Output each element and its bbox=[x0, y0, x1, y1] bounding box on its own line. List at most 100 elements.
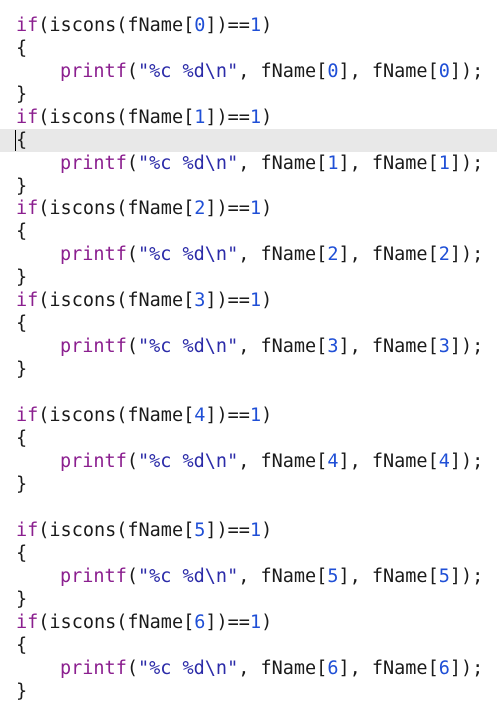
close-brace: } bbox=[16, 681, 28, 702]
paren-close: ) bbox=[261, 15, 273, 36]
code-line-close-brace[interactable]: } bbox=[0, 680, 497, 703]
paren-open: ( bbox=[126, 566, 138, 587]
paren-close: ) bbox=[261, 520, 273, 541]
code-line-open-brace[interactable]: { bbox=[0, 220, 497, 243]
call-printf: printf bbox=[60, 61, 127, 82]
close-brace: } bbox=[16, 267, 28, 288]
identifier-fname: fName bbox=[127, 198, 184, 219]
code-line-if[interactable]: if(iscons(fName[2])==1) bbox=[0, 197, 497, 220]
close-brace: } bbox=[16, 84, 28, 105]
format-string: "%c %d\n" bbox=[137, 61, 239, 82]
open-brace: { bbox=[16, 38, 28, 59]
index-number: 1 bbox=[438, 153, 450, 174]
keyword-if: if bbox=[16, 198, 39, 219]
statement-end: ]); bbox=[449, 244, 484, 265]
code-line-printf[interactable]: printf("%c %d\n", fName[4], fName[4]); bbox=[0, 450, 497, 473]
identifier-fname: fName bbox=[127, 290, 184, 311]
arg-fname-2: ], fName[ bbox=[338, 658, 439, 679]
statement-end: ]); bbox=[449, 566, 484, 587]
close-brace: } bbox=[16, 589, 28, 610]
bracket-open: [ bbox=[183, 290, 195, 311]
index-number: 6 bbox=[327, 658, 339, 679]
identifier-fname: fName bbox=[127, 520, 184, 541]
code-line-open-brace[interactable]: { bbox=[0, 129, 497, 152]
code-line-close-brace[interactable]: } bbox=[0, 266, 497, 289]
paren-close: ) bbox=[261, 405, 273, 426]
code-line-if[interactable]: if(iscons(fName[4])==1) bbox=[0, 404, 497, 427]
open-brace: { bbox=[16, 428, 28, 449]
index-number: 2 bbox=[194, 198, 206, 219]
bracket-close: ] bbox=[205, 107, 217, 128]
format-string: "%c %d\n" bbox=[137, 658, 239, 679]
code-line-open-brace[interactable]: { bbox=[0, 37, 497, 60]
paren-close: ) bbox=[261, 290, 273, 311]
call-printf: printf bbox=[60, 566, 127, 587]
keyword-if: if bbox=[16, 520, 39, 541]
code-line-printf[interactable]: printf("%c %d\n", fName[2], fName[2]); bbox=[0, 243, 497, 266]
arg-fname-1: , fName[ bbox=[238, 61, 328, 82]
code-line-if[interactable]: if(iscons(fName[6])==1) bbox=[0, 611, 497, 634]
index-number: 1 bbox=[327, 153, 339, 174]
bracket-close: ] bbox=[205, 612, 217, 633]
code-line-open-brace[interactable]: { bbox=[0, 542, 497, 565]
arg-fname-1: , fName[ bbox=[238, 153, 328, 174]
paren-open: ( bbox=[126, 658, 138, 679]
code-line-close-brace[interactable]: } bbox=[0, 588, 497, 611]
arg-fname-1: , fName[ bbox=[238, 566, 328, 587]
number-one: 1 bbox=[249, 107, 262, 128]
code-line-if[interactable]: if(iscons(fName[3])==1) bbox=[0, 289, 497, 312]
arg-fname-1: , fName[ bbox=[238, 244, 328, 265]
identifier-fname: fName bbox=[127, 405, 184, 426]
code-line-close-brace[interactable]: } bbox=[0, 175, 497, 198]
call-printf: printf bbox=[60, 658, 127, 679]
code-line-printf[interactable]: printf("%c %d\n", fName[5], fName[5]); bbox=[0, 565, 497, 588]
bracket-close: ] bbox=[205, 198, 217, 219]
code-line-if[interactable]: if(iscons(fName[5])==1) bbox=[0, 519, 497, 542]
format-string: "%c %d\n" bbox=[137, 336, 239, 357]
code-line-open-brace[interactable]: { bbox=[0, 312, 497, 335]
bracket-open: [ bbox=[183, 612, 195, 633]
call-iscons: (iscons( bbox=[38, 107, 128, 128]
code-line-close-brace[interactable]: } bbox=[0, 473, 497, 496]
open-brace: { bbox=[16, 635, 28, 656]
number-one: 1 bbox=[249, 520, 262, 541]
statement-end: ]); bbox=[449, 451, 484, 472]
code-line-printf[interactable]: printf("%c %d\n", fName[3], fName[3]); bbox=[0, 335, 497, 358]
operator-eq: )== bbox=[216, 520, 250, 541]
call-iscons: (iscons( bbox=[38, 198, 128, 219]
code-line-printf[interactable]: printf("%c %d\n", fName[1], fName[1]); bbox=[0, 152, 497, 175]
code-line-close-brace[interactable]: } bbox=[0, 83, 497, 106]
code-line-open-brace[interactable]: { bbox=[0, 634, 497, 657]
index-number: 5 bbox=[194, 520, 206, 541]
close-brace: } bbox=[16, 176, 28, 197]
code-line-open-brace[interactable]: { bbox=[0, 427, 497, 450]
index-number: 1 bbox=[194, 107, 206, 128]
arg-fname-2: ], fName[ bbox=[338, 244, 439, 265]
bracket-open: [ bbox=[183, 15, 195, 36]
bracket-open: [ bbox=[183, 520, 195, 541]
arg-fname-2: ], fName[ bbox=[338, 336, 439, 357]
number-one: 1 bbox=[249, 15, 262, 36]
code-editor[interactable]: if(iscons(fName[0])==1){printf("%c %d\n"… bbox=[0, 0, 497, 712]
code-line-printf[interactable]: printf("%c %d\n", fName[6], fName[6]); bbox=[0, 657, 497, 680]
paren-close: ) bbox=[261, 107, 273, 128]
operator-eq: )== bbox=[216, 15, 250, 36]
code-line-if[interactable]: if(iscons(fName[1])==1) bbox=[0, 106, 497, 129]
statement-end: ]); bbox=[449, 658, 484, 679]
statement-end: ]); bbox=[449, 153, 484, 174]
keyword-if: if bbox=[16, 107, 39, 128]
code-line-printf[interactable]: printf("%c %d\n", fName[0], fName[0]); bbox=[0, 60, 497, 83]
operator-eq: )== bbox=[216, 405, 250, 426]
code-line-close-brace[interactable]: } bbox=[0, 358, 497, 381]
call-iscons: (iscons( bbox=[38, 405, 128, 426]
arg-fname-2: ], fName[ bbox=[338, 153, 439, 174]
arg-fname-2: ], fName[ bbox=[338, 566, 439, 587]
index-number: 3 bbox=[327, 336, 339, 357]
code-line-if[interactable]: if(iscons(fName[0])==1) bbox=[0, 14, 497, 37]
index-number: 5 bbox=[438, 566, 450, 587]
format-string: "%c %d\n" bbox=[137, 153, 239, 174]
index-number: 0 bbox=[327, 61, 339, 82]
number-one: 1 bbox=[249, 198, 262, 219]
statement-end: ]); bbox=[449, 61, 484, 82]
bracket-open: [ bbox=[183, 198, 195, 219]
